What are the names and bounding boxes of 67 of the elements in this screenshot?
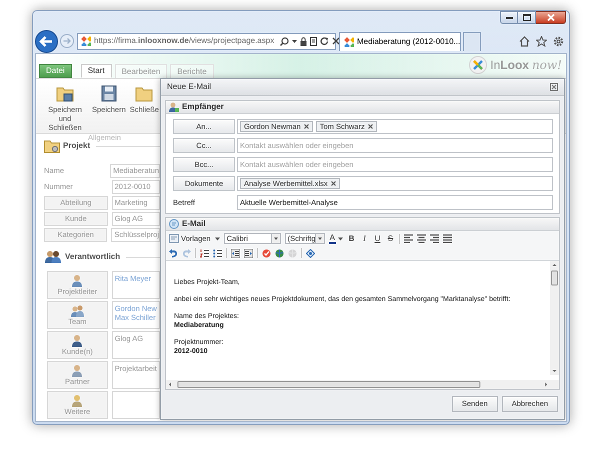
panel-title: Empfänger: [182, 101, 224, 113]
person-icon: [70, 274, 84, 287]
lock-icon: [300, 36, 308, 46]
site-logo-icon: [344, 36, 354, 46]
home-icon[interactable]: [519, 36, 530, 46]
minimize-icon: [506, 16, 512, 19]
url-text: https://firma.inlooxnow.de/views/projectpage.aspx: [94, 35, 274, 47]
person-icon: [70, 334, 84, 347]
spellcheck-icon[interactable]: [262, 248, 271, 258]
settings-icon[interactable]: [553, 36, 564, 46]
minimize-button[interactable]: [500, 11, 518, 24]
site-logo-icon: [81, 36, 91, 46]
person-icon: [70, 364, 84, 377]
align-left-icon[interactable]: [404, 234, 413, 243]
role-value-box: [112, 391, 160, 419]
person-icon: [169, 102, 179, 112]
section-title: Verantwortlich: [65, 251, 120, 263]
strike-button[interactable]: S: [386, 232, 395, 244]
ribbon-tab[interactable]: Start: [80, 64, 112, 78]
maximize-icon: [522, 14, 530, 21]
stop-icon[interactable]: [332, 37, 340, 45]
italic-button[interactable]: I: [360, 232, 369, 244]
caret-icon: [338, 236, 343, 240]
speech-bubble-icon: [169, 219, 179, 229]
caret-icon: [270, 234, 280, 243]
remove-icon[interactable]: [368, 124, 373, 129]
template-icon: [169, 234, 179, 243]
search-icon[interactable]: [280, 36, 290, 46]
logo-icon: [469, 56, 488, 74]
underline-button[interactable]: U: [372, 232, 382, 244]
address-bar[interactable]: https://firma.inlooxnow.de/views/projectpage.aspx: [77, 32, 336, 50]
logo-tagline: now!: [532, 57, 562, 74]
panel-title: E-Mail: [182, 218, 206, 230]
caret-icon: [214, 236, 220, 240]
align-center-icon[interactable]: [416, 234, 426, 243]
bold-button[interactable]: B: [346, 232, 356, 244]
page-icon[interactable]: [310, 36, 318, 46]
globe-icon[interactable]: [275, 248, 284, 258]
horizontal-scrollbar[interactable]: [166, 380, 559, 389]
star-icon[interactable]: [536, 36, 547, 46]
section-title: Projekt: [63, 141, 90, 152]
align-right-icon[interactable]: [430, 234, 439, 243]
person-icon: [70, 394, 84, 407]
anchor-icon[interactable]: [306, 248, 315, 258]
undo-icon[interactable]: [169, 248, 178, 258]
folder-icon: [135, 85, 154, 102]
outdent-icon[interactable]: [231, 248, 240, 258]
close-icon: [546, 14, 554, 21]
folder-gear-icon: [44, 139, 60, 153]
people-icon: [44, 250, 62, 264]
justify-icon[interactable]: [442, 234, 452, 243]
caret-icon: [314, 234, 324, 243]
refresh-icon[interactable]: [320, 36, 330, 46]
browser-tab[interactable]: Mediaberatung (2012-0010...: [339, 32, 461, 50]
font-color-button[interactable]: A: [328, 234, 343, 244]
remove-icon[interactable]: [304, 124, 309, 129]
bullet-list-icon[interactable]: [213, 248, 222, 258]
close-button[interactable]: [536, 11, 566, 24]
close-icon[interactable]: [550, 83, 558, 91]
numbered-list-icon[interactable]: [200, 248, 209, 258]
logo-brand: InLoox: [490, 57, 529, 74]
dialog-title: Neue E-Mail: [167, 81, 212, 93]
person-icon: [70, 304, 84, 317]
back-button[interactable]: [35, 30, 58, 52]
remove-icon[interactable]: [330, 181, 336, 186]
indent-icon[interactable]: [244, 248, 253, 258]
maximize-button[interactable]: [518, 11, 536, 24]
